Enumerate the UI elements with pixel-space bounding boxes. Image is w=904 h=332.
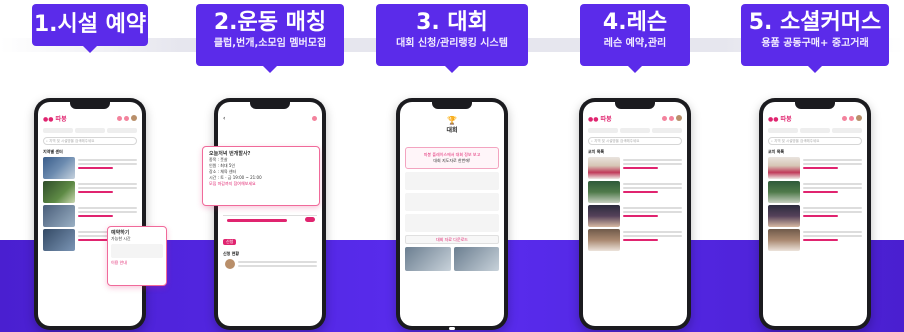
phone-notch xyxy=(432,102,472,109)
phone-notch xyxy=(70,102,110,109)
tournament-info xyxy=(405,172,499,190)
notification-icon[interactable] xyxy=(662,115,667,121)
trophy-icon: 🏆 xyxy=(447,116,457,125)
search-input[interactable]: ⌕ 지역 및 시설명을 검색해주세요 xyxy=(768,137,862,145)
avatar[interactable] xyxy=(676,115,682,121)
search-icon: ⌕ xyxy=(591,139,593,143)
feature-tournament: 3. 대회 대회 신청/관리랭킹 시스템 🏆 대회 따봉 플레이스에서 대회 정… xyxy=(362,0,542,332)
step-subtitle: 대회 신청/관리랭킹 시스템 xyxy=(396,38,508,49)
search-input[interactable]: ⌕ 지역 및 시설명을 검색해주세요 xyxy=(43,137,137,145)
app-logo: ●● 따봉 xyxy=(43,115,67,123)
heart-icon[interactable] xyxy=(669,115,674,121)
notice-line: 대회 지도자로 한번에! xyxy=(433,158,471,163)
phone-screen: ●● 따봉 ⌕ 지역 및 시설명을 검색해주세요 코치 목록 xyxy=(583,102,687,326)
phone-screen: ‹ 매칭 현황 신청 신청 현황 xyxy=(218,102,322,326)
heart-icon[interactable] xyxy=(849,115,854,121)
search-placeholder: 지역 및 시설명을 검색해주세요 xyxy=(49,138,95,143)
section-title: 코치 목록 xyxy=(588,149,605,154)
tournament-notice: 따봉 플레이스에서 대회 정보 보고 대회 지도자로 한번에! xyxy=(405,147,499,169)
list-item[interactable] xyxy=(768,181,862,203)
filter-pills[interactable] xyxy=(588,128,682,133)
section-title: 코치 목록 xyxy=(768,149,785,154)
section-title: 지역별 센터 xyxy=(43,149,63,154)
tournament-title: 대회 xyxy=(446,127,458,134)
phone-mockup: ●● 따봉 ⌕ 지역 및 시설명을 검색해주세요 코치 목록 xyxy=(759,98,871,330)
list-item[interactable] xyxy=(588,205,682,227)
phone-notch xyxy=(795,102,835,109)
filter-pills[interactable] xyxy=(43,128,137,133)
phone-mockup: ‹ 매칭 현황 신청 신청 현황 xyxy=(214,98,326,330)
download-button[interactable]: 대회 자료 다운로드 xyxy=(405,235,499,244)
search-icon: ⌕ xyxy=(771,139,773,143)
heart-icon[interactable] xyxy=(124,115,129,121)
tournament-info xyxy=(405,214,499,232)
app-logo: ●● 따봉 xyxy=(768,115,792,123)
avatar[interactable] xyxy=(856,115,862,121)
share-icon[interactable] xyxy=(312,115,317,121)
popup-line: 가능한 시간 xyxy=(111,236,131,241)
popup-cta[interactable]: 모집 마감까지 참여해보세요 xyxy=(209,181,313,187)
phone-screen: 🏆 대회 따봉 플레이스에서 대회 정보 보고 대회 지도자로 한번에! 대회 … xyxy=(400,102,504,326)
phone-mockup: ●● 따봉 ⌕ 지역 및 시설명을 검색해주세요 지역별 센터 xyxy=(34,98,146,330)
phone-screen: ●● 따봉 ⌕ 지역 및 시설명을 검색해주세요 코치 목록 xyxy=(763,102,867,326)
filter-pills[interactable] xyxy=(768,128,862,133)
meetup-popup[interactable]: 오늘저녁 번개할사? 종목 : 풋살 인원 : 최대 5인 장소 : 체육 센터… xyxy=(202,146,320,206)
notification-icon[interactable] xyxy=(117,115,122,121)
feature-commerce: 5. 소셜커머스 용품 공동구매+ 중고거래 ●● 따봉 ⌕ 지역 및 시설명을… xyxy=(725,0,904,332)
list-item[interactable] xyxy=(768,229,862,251)
list-item[interactable] xyxy=(43,205,137,227)
phone-mockup: 🏆 대회 따봉 플레이스에서 대회 정보 보고 대회 지도자로 한번에! 대회 … xyxy=(396,98,508,330)
list-item[interactable] xyxy=(43,181,137,203)
section-title: 신청 현황 xyxy=(223,251,240,256)
list-item[interactable] xyxy=(43,157,137,179)
list-item[interactable] xyxy=(223,259,317,281)
app-header: ●● 따봉 xyxy=(38,110,142,126)
apply-button[interactable]: 신청 xyxy=(223,239,237,245)
step-subtitle: 레슨 예약,관리 xyxy=(603,38,667,49)
app-header: ●● 따봉 xyxy=(763,110,867,126)
list-item[interactable] xyxy=(588,157,682,179)
step-title: 3. 대회 xyxy=(416,10,488,35)
step-badge-facility: 1.시설 예약 xyxy=(32,4,148,46)
app-header: ●● 따봉 xyxy=(583,110,687,126)
popup-link[interactable]: 이용 안내 xyxy=(111,260,163,266)
step-badge-matching: 2.운동 매칭 클럽,번개,소모임 멤버모집 xyxy=(196,4,344,66)
reservation-popup[interactable]: 예약하기 가능한 시간 이용 안내 xyxy=(107,226,167,286)
step-subtitle: 클럽,번개,소모임 멤버모집 xyxy=(213,38,327,49)
step-badge-commerce: 5. 소셜커머스 용품 공동구매+ 중고거래 xyxy=(741,4,889,66)
list-item[interactable] xyxy=(588,229,682,251)
step-title: 4.레슨 xyxy=(602,10,668,35)
list-item[interactable] xyxy=(768,157,862,179)
feature-lessons: 4.레슨 레슨 예약,관리 ●● 따봉 ⌕ 지역 및 시설명을 검색해주세요 코… xyxy=(545,0,725,332)
list-item[interactable] xyxy=(588,181,682,203)
search-placeholder: 지역 및 시설명을 검색해주세요 xyxy=(594,138,640,143)
notification-icon[interactable] xyxy=(842,115,847,121)
search-placeholder: 지역 및 시설명을 검색해주세요 xyxy=(774,138,820,143)
search-input[interactable]: ⌕ 지역 및 시설명을 검색해주세요 xyxy=(588,137,682,145)
tournament-info xyxy=(405,193,499,211)
avatar[interactable] xyxy=(131,115,137,121)
app-header: ‹ xyxy=(218,110,322,126)
phone-notch xyxy=(250,102,290,109)
step-badge-lessons: 4.레슨 레슨 예약,관리 xyxy=(580,4,690,66)
tournament-header: 🏆 대회 xyxy=(405,110,499,144)
phone-screen: ●● 따봉 ⌕ 지역 및 시설명을 검색해주세요 지역별 센터 xyxy=(38,102,142,326)
phone-mockup: ●● 따봉 ⌕ 지역 및 시설명을 검색해주세요 코치 목록 xyxy=(579,98,691,330)
court-photos xyxy=(405,247,499,271)
notice-line: 따봉 플레이스에서 대회 정보 보고 xyxy=(423,152,481,157)
step-title: 2.운동 매칭 xyxy=(213,10,327,35)
phone-notch xyxy=(615,102,655,109)
step-title: 5. 소셜커머스 xyxy=(748,10,882,35)
carousel-indicator[interactable] xyxy=(449,327,455,330)
back-icon[interactable]: ‹ xyxy=(223,115,225,122)
search-icon: ⌕ xyxy=(46,139,48,143)
list-item[interactable] xyxy=(768,205,862,227)
app-logo: ●● 따봉 xyxy=(588,115,612,123)
step-title: 1.시설 예약 xyxy=(33,12,147,37)
step-badge-tournament: 3. 대회 대회 신청/관리랭킹 시스템 xyxy=(376,4,528,66)
step-subtitle: 용품 공동구매+ 중고거래 xyxy=(761,38,869,49)
